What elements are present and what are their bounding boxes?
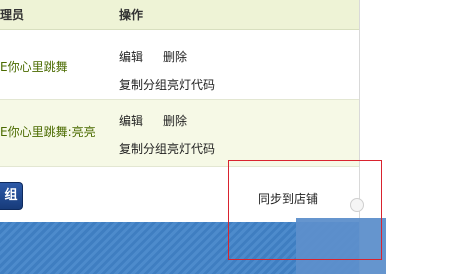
delete-link[interactable]: 删除 xyxy=(163,48,187,65)
scroll-handle-icon[interactable] xyxy=(350,198,364,212)
sync-to-store-link[interactable]: 同步到店铺 xyxy=(258,190,318,207)
admin-name: E你心里跳舞:亮亮 xyxy=(0,125,96,139)
edit-link[interactable]: 编辑 xyxy=(119,48,143,65)
edit-link[interactable]: 编辑 xyxy=(119,112,143,129)
group-button[interactable]: 组 xyxy=(0,182,23,210)
copy-group-light-code-link[interactable]: 复制分组亮灯代码 xyxy=(119,76,215,93)
column-header-admin: 理员 xyxy=(0,8,25,22)
table-row: E你心里跳舞:亮亮 编辑 删除 复制分组亮灯代码 xyxy=(0,100,359,167)
admin-name: E你心里跳舞 xyxy=(0,60,68,74)
table-header-row: 理员 操作 xyxy=(0,0,359,30)
copy-group-light-code-link[interactable]: 复制分组亮灯代码 xyxy=(119,140,215,157)
table-row: E你心里跳舞 编辑 删除 复制分组亮灯代码 xyxy=(0,30,359,100)
delete-link[interactable]: 删除 xyxy=(163,112,187,129)
column-header-operations: 操作 xyxy=(119,8,144,22)
